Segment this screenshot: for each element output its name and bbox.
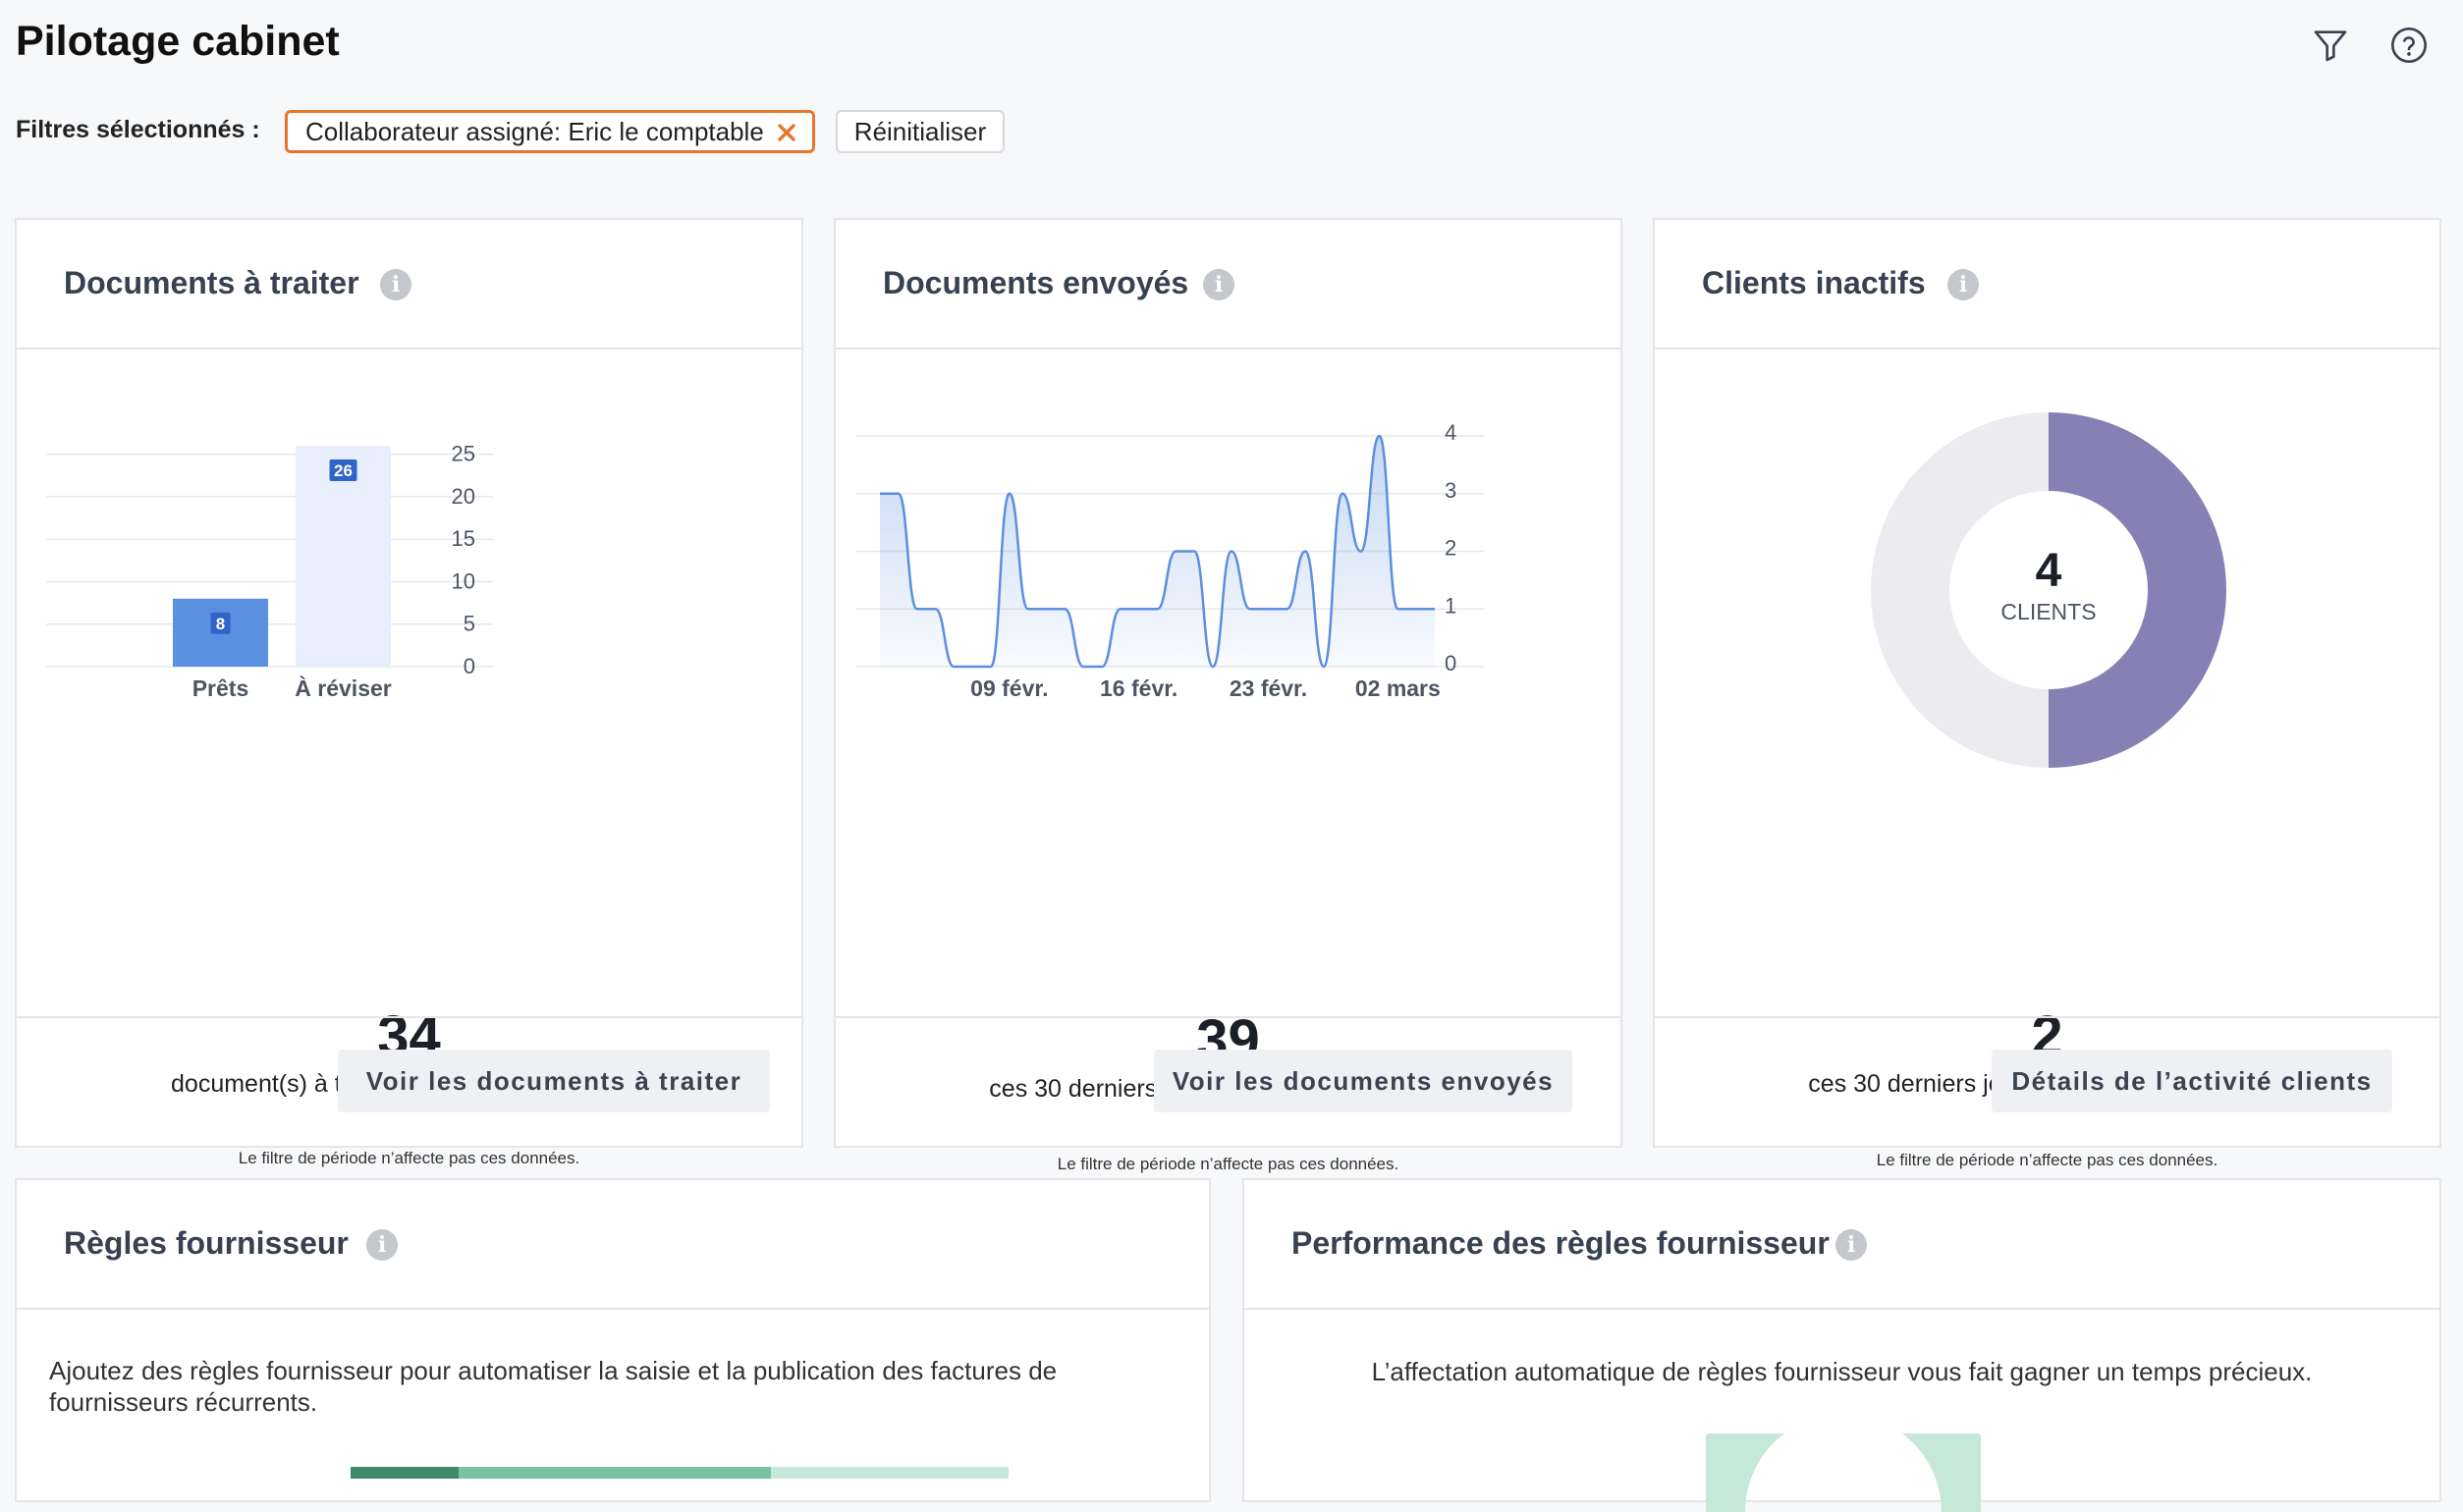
- supplier-rule-progress-bar: [351, 1467, 1009, 1479]
- card-title: Documents envoyés: [883, 265, 1189, 300]
- rules-performance-description: L’affectation automatique de règles four…: [1371, 1357, 2313, 1386]
- filter-chip-label: Collaborateur assigné: Eric le comptable: [305, 117, 764, 146]
- card-title: Clients inactifs: [1702, 265, 1926, 300]
- card-header: Documents envoyés i: [836, 220, 1620, 350]
- view-documents-to-process-button[interactable]: Voir les documents à traiter: [338, 1050, 770, 1112]
- y-tick-label: 0: [1445, 651, 1456, 675]
- x-tick-label: 02 mars: [1355, 675, 1441, 701]
- info-icon[interactable]: i: [366, 1229, 398, 1261]
- card-documents-sent: Documents envoyés i 0 1 2 3 4 09 févr. 16 févr…: [834, 218, 1622, 1173]
- y-tick-label: 1: [1445, 593, 1456, 618]
- info-icon[interactable]: i: [1947, 269, 1979, 300]
- y-tick-label: 3: [1445, 478, 1456, 503]
- card-header: Performance des règles fournisseur i: [1244, 1180, 2439, 1310]
- period-note: Le filtre de période n’affecte pas ces d…: [1876, 1151, 2218, 1169]
- bar-value-label: 8: [216, 615, 225, 633]
- period-note: Le filtre de période n’affecte pas ces d…: [238, 1149, 580, 1167]
- page-title: Pilotage cabinet: [16, 18, 340, 65]
- card-documents-to-process: Documents à traiter i 0 5 10 15 20 25 8 Prêts 26…: [15, 218, 803, 1167]
- x-tick-label: 16 févr.: [1100, 675, 1177, 701]
- documents-sent-area-chart: 0 1 2 3 4 09 févr. 16 févr. 23 févr. 02 mars: [855, 420, 1484, 701]
- card-supplier-rules: Règles fournisseur i Ajoutez des règles …: [15, 1178, 1211, 1502]
- period-note: Le filtre de période n’affecte pas ces d…: [1057, 1155, 1399, 1173]
- x-category-label: À réviser: [295, 675, 392, 701]
- y-tick-label: 15: [452, 526, 475, 551]
- info-icon[interactable]: i: [1203, 269, 1234, 300]
- reset-filters-button[interactable]: Réinitialiser: [836, 110, 1005, 153]
- supplier-rules-description: Ajoutez des règles fournisseur pour auto…: [49, 1356, 1058, 1417]
- y-tick-label: 25: [452, 442, 475, 466]
- x-tick-label: 23 févr.: [1230, 675, 1307, 701]
- filter-icon[interactable]: [2311, 26, 2350, 65]
- card-title: Performance des règles fournisseur: [1291, 1225, 1830, 1261]
- card-rules-performance: Performance des règles fournisseur i L’a…: [1242, 1178, 2441, 1512]
- documents-bar-chart: 0 5 10 15 20 25 8 Prêts 26 À réviser: [46, 442, 493, 701]
- bar-value-label: 26: [334, 461, 353, 480]
- view-documents-sent-button[interactable]: Voir les documents envoyés: [1154, 1050, 1572, 1112]
- y-tick-label: 2: [1445, 536, 1456, 561]
- rules-performance-gauge: [1706, 1433, 1981, 1512]
- filters-label: Filtres sélectionnés :: [16, 116, 260, 143]
- card-title: Règles fournisseur: [64, 1225, 349, 1261]
- card-footer: Détails de l’activité clients: [1655, 1016, 2439, 1146]
- y-tick-label: 20: [452, 484, 475, 509]
- card-inactive-clients: Clients inactifs i 4 CLIENTS 2 ces 30 de…: [1653, 218, 2441, 1169]
- y-tick-label: 5: [464, 612, 475, 636]
- card-header: Clients inactifs i: [1655, 220, 2439, 350]
- card-header: Documents à traiter i: [17, 220, 801, 350]
- close-icon[interactable]: [777, 123, 796, 142]
- donut-center-unit: CLIENTS: [2000, 599, 2097, 624]
- y-tick-label: 4: [1445, 420, 1456, 445]
- info-icon[interactable]: i: [380, 269, 411, 300]
- client-activity-details-button[interactable]: Détails de l’activité clients: [1992, 1050, 2392, 1112]
- card-footer: Voir les documents à traiter: [17, 1016, 801, 1146]
- y-tick-label: 10: [452, 568, 475, 593]
- help-circle-icon[interactable]: [2389, 26, 2429, 65]
- card-footer: Voir les documents envoyés: [836, 1016, 1620, 1146]
- card-title: Documents à traiter: [64, 265, 359, 300]
- info-icon[interactable]: i: [1835, 1229, 1867, 1261]
- card-header: Règles fournisseur i: [17, 1180, 1209, 1310]
- x-tick-label: 09 févr.: [970, 675, 1048, 701]
- x-category-label: Prêts: [192, 675, 249, 701]
- donut-center-value: 4: [2035, 545, 2062, 597]
- filter-chip-collaborator: Collaborateur assigné: Eric le comptable: [285, 110, 815, 153]
- y-tick-label: 0: [464, 654, 475, 678]
